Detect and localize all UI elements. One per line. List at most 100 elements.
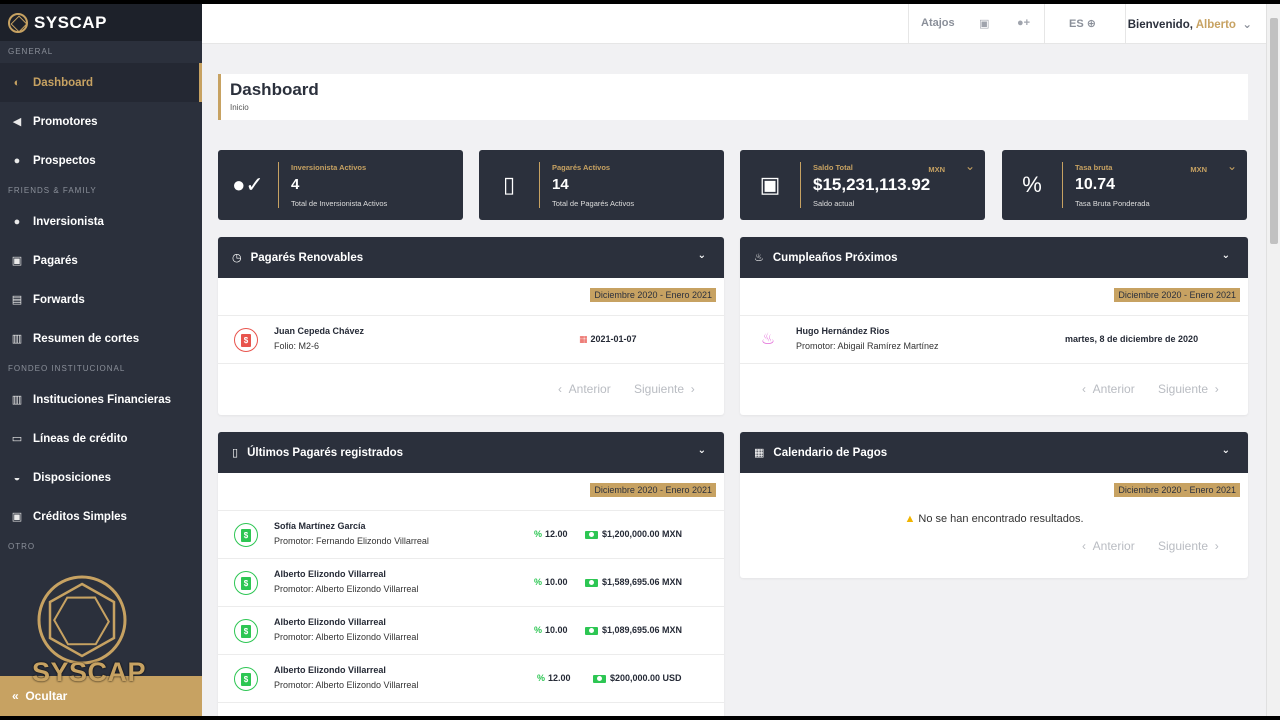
sidebar-item-inversionista[interactable]: ● Inversionista xyxy=(0,202,202,241)
logo-icon xyxy=(8,12,28,33)
panel-title: Cumpleaños Próximos xyxy=(772,251,898,264)
watermark-text: SYSCAP xyxy=(32,657,147,687)
brand-name: SYSCAP xyxy=(34,12,107,32)
sidebar-item-creditos-simples[interactable]: ▣ Créditos Simples xyxy=(0,497,202,536)
shortcuts-button[interactable]: Atajos xyxy=(921,17,955,29)
chevron-down-icon[interactable]: ⌄ xyxy=(1227,159,1237,173)
chevron-down-icon[interactable]: ⌄ xyxy=(965,159,975,173)
sidebar-item-label: Disposiciones xyxy=(33,471,111,484)
section-label-otro: OTRO xyxy=(8,542,36,551)
stat-subtitle: Total de Inversionista Activos xyxy=(291,199,388,208)
panel-header[interactable]: ♨ Cumpleaños Próximos ⌄ xyxy=(740,237,1248,278)
stat-value: $15,231,113.92 xyxy=(813,175,931,194)
sidebar-item-resumen-cortes[interactable]: ▥ Resumen de cortes xyxy=(0,319,202,358)
users-icon: ● xyxy=(13,154,21,167)
money-shortcut-icon[interactable]: ▣ xyxy=(979,17,989,30)
percent-icon: % xyxy=(537,673,546,683)
sidebar-item-instituciones[interactable]: ▥ Instituciones Financieras xyxy=(0,380,202,419)
currency-selector[interactable]: MXN xyxy=(1190,165,1207,174)
scrollbar-thumb[interactable] xyxy=(1270,18,1278,244)
stat-label: Inversionista Activos xyxy=(291,163,367,172)
invoice-icon: ▯ xyxy=(502,172,516,197)
page-scrollbar[interactable] xyxy=(1266,4,1280,716)
stat-card-pagares: ▯ Pagarés Activos 14 Total de Pagarés Ac… xyxy=(479,150,724,220)
amount: $1,200,000.00 MXN xyxy=(585,529,682,539)
calendar-icon: ▦ xyxy=(579,334,588,344)
panel-title: Últimos Pagarés registrados xyxy=(247,446,404,459)
table-row[interactable]: $ Alberto Elizondo Villarreal Promotor: … xyxy=(218,607,724,655)
panel-header[interactable]: ▦ Calendario de Pagos ⌄ xyxy=(740,432,1248,473)
folio: Folio: M2-6 xyxy=(274,341,320,351)
birthday-cake-icon: ♨ xyxy=(760,331,776,348)
language-selector[interactable]: ES ⊕ xyxy=(1069,17,1096,30)
panel-pagares-renovables: ◷ Pagarés Renovables ⌄ Diciembre 2020 - … xyxy=(218,237,724,415)
promoter: Promotor: Alberto Elizondo Villarreal xyxy=(274,584,419,594)
next-button[interactable]: Siguiente › xyxy=(1158,382,1219,396)
stat-subtitle: Total de Pagarés Activos xyxy=(552,199,635,208)
page-header: Dashboard Inicio xyxy=(218,74,1248,120)
renewal-date: ▦ 2021-01-07 xyxy=(579,334,637,344)
money-icon xyxy=(585,530,598,539)
list-item[interactable]: ♨ Hugo Hernández Rios Promotor: Abigail … xyxy=(740,316,1248,364)
chevron-down-icon[interactable]: ⌄ xyxy=(698,250,706,261)
globe-icon: ⊕ xyxy=(1086,18,1096,30)
previous-button[interactable]: ‹ Anterior xyxy=(558,382,611,396)
pagare-icon: $ xyxy=(234,667,258,691)
amount: $1,589,695.06 MXN xyxy=(585,577,682,587)
pagare-icon: $ xyxy=(234,619,258,643)
date-range-badge: Diciembre 2020 - Enero 2021 xyxy=(1114,288,1240,302)
money-icon xyxy=(585,578,598,587)
table-row[interactable]: $ Alberto Elizondo Villarreal Promotor: … xyxy=(218,655,724,703)
sidebar-item-label: Resumen de cortes xyxy=(33,332,140,345)
clock-icon: ◷ xyxy=(232,252,242,264)
percent-icon: % xyxy=(534,577,543,587)
pagare-icon: $ xyxy=(234,328,258,352)
previous-button[interactable]: ‹ Anterior xyxy=(1082,382,1135,396)
promoter: Promotor: Alberto Elizondo Villarreal xyxy=(274,632,419,642)
panel-header[interactable]: ▯ Últimos Pagarés registrados ⌄ xyxy=(218,432,724,473)
sidebar-item-forwards[interactable]: ▤ Forwards xyxy=(0,280,202,319)
next-button[interactable]: Siguiente › xyxy=(634,382,695,396)
add-user-icon[interactable]: ●+ xyxy=(1017,17,1030,29)
panel-header[interactable]: ◷ Pagarés Renovables ⌄ xyxy=(218,237,724,278)
language-label: ES xyxy=(1069,18,1084,30)
sidebar-item-pagares[interactable]: ▣ Pagarés xyxy=(0,241,202,280)
panel-ultimos-pagares: ▯ Últimos Pagarés registrados ⌄ Diciembr… xyxy=(218,432,724,716)
hand-icon: ◒ xyxy=(13,471,21,484)
page-title: Dashboard xyxy=(230,80,319,99)
chevron-down-icon[interactable]: ⌄ xyxy=(1222,250,1230,261)
user-icon: ● xyxy=(13,215,21,228)
rate: % 10.00 xyxy=(534,577,568,587)
money-icon xyxy=(585,626,598,635)
table-row[interactable]: $ Sofía Martínez García Promotor: Fernan… xyxy=(218,511,724,559)
stat-subtitle: Saldo actual xyxy=(813,199,855,208)
investor-name: Sofía Martínez García xyxy=(274,521,366,531)
stat-value: 4 xyxy=(291,176,300,193)
invoice-icon: ▯ xyxy=(232,447,239,459)
date-range-badge: Diciembre 2020 - Enero 2021 xyxy=(590,288,716,302)
cake-icon: ♨ xyxy=(754,252,764,264)
sidebar-item-lineas-credito[interactable]: ▭ Líneas de crédito xyxy=(0,419,202,458)
sidebar-item-disposiciones[interactable]: ◒ Disposiciones xyxy=(0,458,202,497)
sidebar-item-label: Créditos Simples xyxy=(33,510,127,523)
sidebar-item-prospectos[interactable]: ● Prospectos xyxy=(0,141,202,180)
table-row[interactable]: $ Alberto Elizondo Villarreal Promotor: … xyxy=(218,559,724,607)
previous-button[interactable]: ‹ Anterior xyxy=(1082,539,1135,553)
pagare-icon: $ xyxy=(234,523,258,547)
brand[interactable]: SYSCAP xyxy=(0,4,202,41)
user-menu[interactable]: Bienvenido, Alberto ⌄ xyxy=(1128,17,1252,31)
sidebar-item-dashboard[interactable]: ◐ Dashboard xyxy=(0,63,202,102)
sidebar-item-label: Líneas de crédito xyxy=(33,432,128,445)
pagination: ‹ Anterior Siguiente › xyxy=(218,364,724,414)
panel-calendario-pagos: ▦ Calendario de Pagos ⌄ Diciembre 2020 -… xyxy=(740,432,1248,578)
breadcrumb[interactable]: Inicio xyxy=(230,103,1248,112)
chevron-down-icon[interactable]: ⌄ xyxy=(698,445,706,456)
list-item[interactable]: $ Juan Cepeda Chávez Folio: M2-6 ▦ 2021-0… xyxy=(218,316,724,364)
currency-selector[interactable]: MXN xyxy=(928,165,945,174)
chevron-down-icon[interactable]: ⌄ xyxy=(1222,445,1230,456)
sidebar: SYSCAP GENERAL ◐ Dashboard ◀ Promotores … xyxy=(0,4,202,716)
sidebar-item-promotores[interactable]: ◀ Promotores xyxy=(0,102,202,141)
next-button[interactable]: Siguiente › xyxy=(1158,539,1219,553)
panel-cumpleanos: ♨ Cumpleaños Próximos ⌄ Diciembre 2020 -… xyxy=(740,237,1248,415)
megaphone-icon: ◀ xyxy=(12,116,22,128)
